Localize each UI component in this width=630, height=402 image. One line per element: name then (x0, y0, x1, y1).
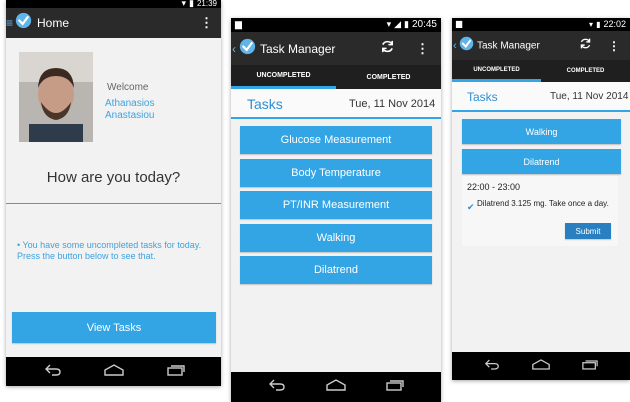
back-nav-icon[interactable] (268, 378, 286, 396)
avatar (19, 52, 93, 142)
action-bar: ‹ Task Manager ⋮ (231, 32, 441, 65)
wifi-icon: ▾ (386, 19, 392, 29)
app-title: Task Manager (477, 40, 540, 51)
task-time-range: 22:00 - 23:00 (467, 182, 521, 192)
mood-question: How are you today? (46, 169, 181, 186)
home-screen: ▾ ▮ 21:39 ≡ Home ⋮ Welcome Athanasios An… (6, 0, 221, 386)
recents-nav-icon[interactable] (386, 378, 404, 396)
app-title: Task Manager (260, 41, 336, 56)
recents-nav-icon[interactable] (582, 357, 598, 375)
view-tasks-button[interactable]: View Tasks (12, 312, 216, 343)
task-button-dilatrend[interactable]: Dilatrend (240, 256, 432, 284)
app-logo-icon[interactable] (459, 36, 474, 56)
tab-completed[interactable]: COMPLETED (336, 65, 441, 89)
tasks-date: Tue, 11 Nov 2014 (349, 98, 436, 110)
up-chevron-icon[interactable]: ‹ (232, 42, 236, 56)
tab-bar: UNCOMPLETED COMPLETED (231, 65, 441, 89)
tab-uncompleted[interactable]: UNCOMPLETED (231, 65, 336, 89)
drawer-indicator-icon[interactable]: ≡ (6, 16, 13, 30)
user-last-name: Anastasiou (105, 110, 155, 121)
nav-bar (231, 372, 441, 402)
app-title: Home (37, 16, 70, 30)
tab-completed[interactable]: COMPLETED (541, 60, 630, 82)
task-button-glucose[interactable]: Glucose Measurement (240, 126, 432, 154)
task-button-walking[interactable]: Walking (240, 224, 432, 252)
task-button-ptinr[interactable]: PT/INR Measurement (240, 191, 432, 219)
task-detail-screen: ▆ ▾ ▮ 22:02 ‹ Task Manager ⋮ UNCOMPLETED… (452, 18, 630, 380)
status-time: 22:02 (603, 19, 626, 29)
recents-nav-icon[interactable] (167, 363, 185, 381)
user-first-name: Athanasios (105, 98, 155, 109)
medication-instructions: Dilatrend 3.125 mg. Take once a day. (477, 199, 609, 208)
action-bar: ‹ Task Manager ⋮ (452, 31, 630, 60)
notification-icon: ▆ (235, 19, 242, 29)
status-time: 21:39 (196, 0, 217, 8)
status-bar: ▆ ▾ ◢ ▮ 20:45 (231, 18, 441, 32)
back-nav-icon[interactable] (44, 363, 62, 381)
task-button-walking[interactable]: Walking (462, 119, 621, 144)
refresh-icon[interactable] (579, 37, 592, 55)
task-button-dilatrend[interactable]: Dilatrend (462, 149, 621, 174)
task-button-temperature[interactable]: Body Temperature (240, 159, 432, 187)
submit-button[interactable]: Submit (565, 223, 611, 239)
status-time: 20:45 (411, 19, 437, 30)
tasks-title: Tasks (467, 90, 498, 104)
overflow-menu-icon[interactable]: ⋮ (200, 15, 213, 31)
back-nav-icon[interactable] (484, 357, 500, 375)
overflow-menu-icon[interactable]: ⋮ (608, 39, 620, 53)
tasks-title: Tasks (247, 96, 283, 112)
welcome-label: Welcome (107, 82, 149, 93)
signal-icon: ◢ (394, 19, 402, 29)
wifi-icon: ▾ (589, 19, 594, 29)
tasks-header: Tasks Tue, 11 Nov 2014 (452, 82, 630, 112)
status-bar: ▾ ▮ 21:39 (6, 0, 221, 8)
uncompleted-notice: • You have some uncompleted tasks for to… (17, 240, 202, 261)
nav-bar (452, 352, 630, 380)
action-bar: ≡ Home ⋮ (6, 8, 221, 38)
nav-bar (6, 357, 221, 386)
notification-icon: ▆ (456, 19, 463, 28)
app-logo-icon[interactable] (239, 38, 256, 60)
battery-icon: ▮ (596, 19, 601, 29)
tasks-header: Tasks Tue, 11 Nov 2014 (231, 89, 441, 119)
overflow-menu-icon[interactable]: ⋮ (416, 41, 429, 57)
user-name: Athanasios Anastasiou (105, 98, 154, 122)
check-icon[interactable]: ✔ (467, 202, 475, 213)
tab-uncompleted[interactable]: UNCOMPLETED (452, 60, 541, 82)
up-chevron-icon[interactable]: ‹ (453, 40, 457, 52)
home-nav-icon[interactable] (531, 357, 551, 375)
tasks-date: Tue, 11 Nov 2014 (550, 91, 629, 102)
app-logo-icon[interactable] (15, 12, 32, 34)
home-nav-icon[interactable] (103, 363, 125, 381)
task-manager-screen: ▆ ▾ ◢ ▮ 20:45 ‹ Task Manager ⋮ UNCOMPLET… (231, 18, 441, 402)
tab-bar: UNCOMPLETED COMPLETED (452, 60, 630, 82)
refresh-icon[interactable] (380, 39, 395, 59)
home-nav-icon[interactable] (325, 378, 347, 396)
divider (6, 203, 221, 204)
status-bar: ▆ ▾ ▮ 22:02 (452, 18, 630, 31)
battery-icon: ▮ (404, 19, 409, 29)
